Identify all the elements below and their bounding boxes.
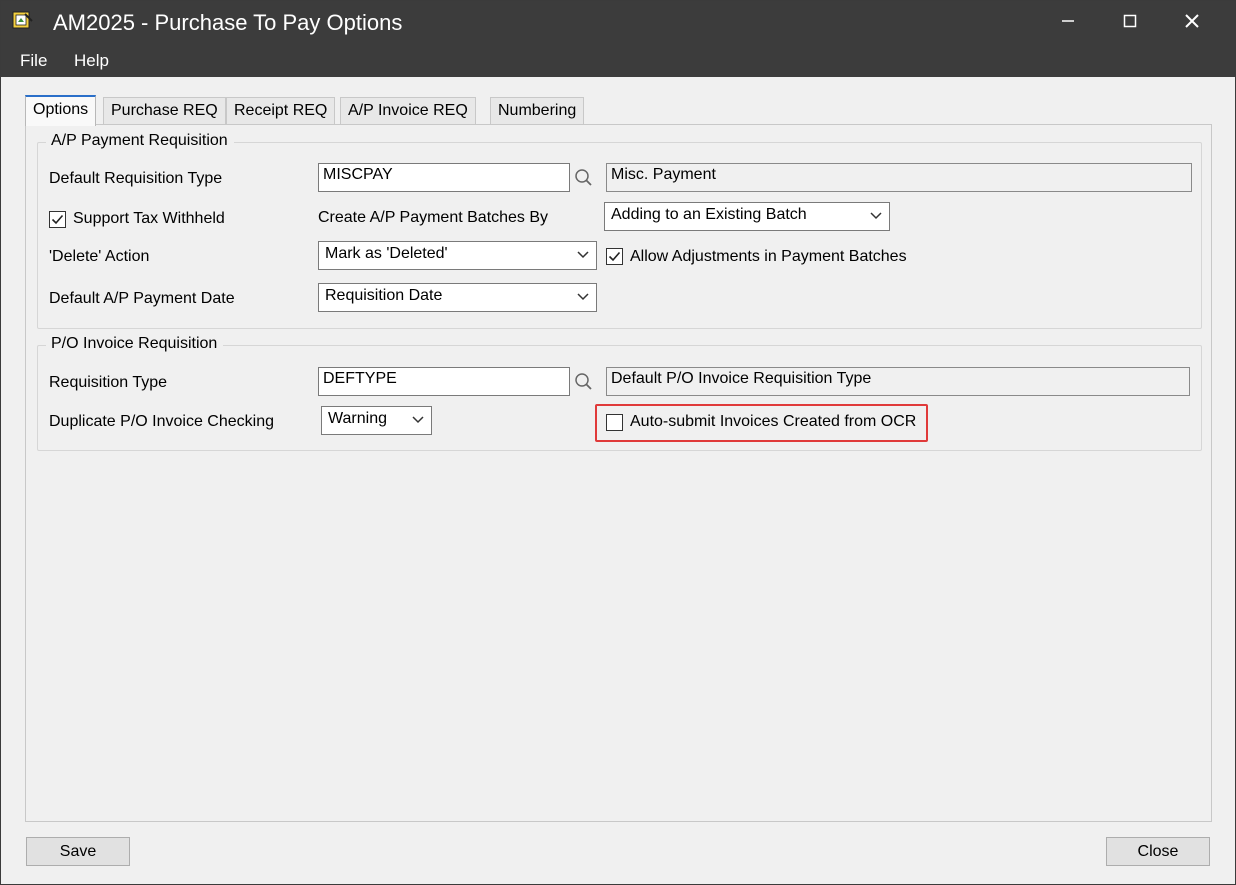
close-window-button[interactable] (1161, 1, 1223, 41)
create-batches-dropdown[interactable]: Adding to an Existing Batch (604, 202, 890, 231)
search-icon[interactable] (574, 168, 594, 188)
create-batches-value: Adding to an Existing Batch (611, 206, 807, 223)
delete-action-dropdown[interactable]: Mark as 'Deleted' (318, 241, 597, 270)
default-payment-date-dropdown[interactable]: Requisition Date (318, 283, 597, 312)
minimize-icon (1062, 20, 1074, 22)
chevron-down-icon (412, 416, 424, 424)
create-batches-label: Create A/P Payment Batches By (318, 209, 549, 226)
menu-help[interactable]: Help (74, 51, 109, 71)
search-icon[interactable] (574, 372, 594, 392)
checkmark-icon (608, 251, 621, 262)
chevron-down-icon (870, 212, 882, 220)
duplicate-check-dropdown[interactable]: Warning (321, 406, 432, 435)
req-type-description: Default P/O Invoice Requisition Type (606, 367, 1190, 396)
po-invoice-legend: P/O Invoice Requisition (46, 335, 224, 353)
title-bar[interactable]: AM2025 - Purchase To Pay Options (1, 1, 1235, 45)
minimize-button[interactable] (1037, 1, 1099, 41)
close-button[interactable]: Close (1106, 837, 1210, 866)
auto-submit-label: Auto-submit Invoices Created from OCR (630, 413, 917, 430)
default-payment-date-value: Requisition Date (325, 287, 443, 304)
maximize-button[interactable] (1099, 1, 1161, 41)
default-req-type-description: Misc. Payment (606, 163, 1192, 192)
default-req-type-label: Default Requisition Type (49, 170, 223, 187)
tab-purchase-req[interactable]: Purchase REQ (103, 97, 226, 125)
req-type-input[interactable]: DEFTYPE (318, 367, 570, 396)
auto-submit-checkbox[interactable] (606, 414, 623, 431)
checkmark-icon (51, 214, 64, 225)
duplicate-check-label: Duplicate P/O Invoice Checking (49, 413, 274, 430)
tab-ap-invoice-req[interactable]: A/P Invoice REQ (340, 97, 476, 125)
chevron-down-icon (577, 251, 589, 259)
save-button[interactable]: Save (26, 837, 130, 866)
allow-adjustments-label: Allow Adjustments in Payment Batches (630, 248, 907, 265)
ap-payment-legend: A/P Payment Requisition (46, 132, 234, 150)
default-req-type-input[interactable]: MISCPAY (318, 163, 570, 192)
allow-adjustments-checkbox[interactable] (606, 248, 623, 265)
default-payment-date-label: Default A/P Payment Date (49, 290, 235, 307)
req-type-label: Requisition Type (49, 374, 167, 391)
support-tax-withheld-label: Support Tax Withheld (73, 210, 225, 227)
menu-bar: File Help (1, 45, 1235, 77)
menu-file[interactable]: File (20, 51, 47, 71)
support-tax-withheld-checkbox[interactable] (49, 211, 66, 228)
maximize-icon (1123, 14, 1137, 28)
app-icon (12, 11, 33, 29)
tab-numbering[interactable]: Numbering (490, 97, 585, 125)
tab-options[interactable]: Options (25, 95, 97, 126)
tab-receipt-req[interactable]: Receipt REQ (226, 97, 336, 125)
options-panel: A/P Payment Requisition Default Requisit… (25, 124, 1212, 822)
options-window: AM2025 - Purchase To Pay Options File He… (0, 0, 1236, 885)
delete-action-value: Mark as 'Deleted' (325, 245, 448, 262)
delete-action-label: 'Delete' Action (49, 248, 150, 265)
chevron-down-icon (577, 293, 589, 301)
duplicate-check-value: Warning (328, 410, 387, 427)
window-title: AM2025 - Purchase To Pay Options (53, 10, 403, 35)
close-icon (1185, 14, 1199, 28)
